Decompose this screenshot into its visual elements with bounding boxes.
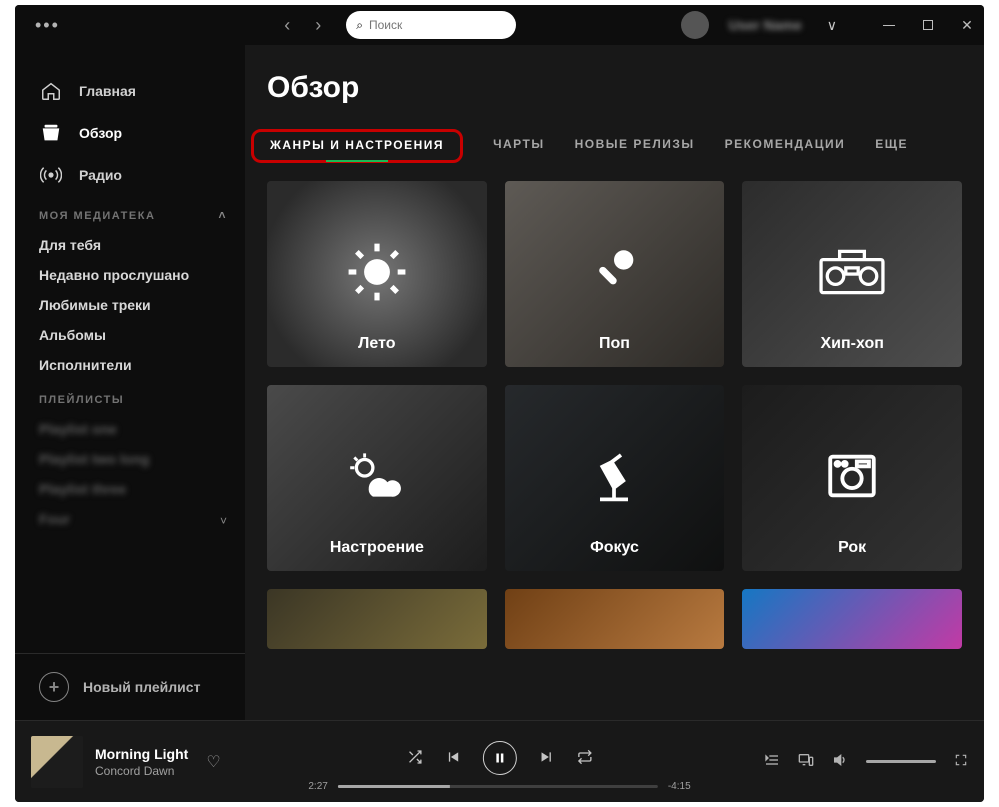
repeat-button[interactable] [576, 749, 592, 768]
devices-button[interactable] [798, 752, 814, 771]
remaining-time: -4:15 [668, 781, 691, 792]
elapsed-time: 2:27 [308, 781, 327, 792]
genre-card-row-partial [267, 589, 962, 649]
username-label[interactable]: User Name [729, 17, 802, 33]
chevron-up-icon[interactable]: ˄ [218, 208, 227, 222]
app-menu-button[interactable]: ••• [35, 15, 60, 36]
desk-lamp-icon [586, 448, 642, 509]
genre-card-label: Поп [505, 335, 725, 353]
library-item-liked-songs[interactable]: Любимые треки [15, 290, 245, 320]
previous-button[interactable] [444, 749, 460, 768]
account-menu-chevron-icon[interactable]: ∨ [827, 17, 837, 34]
library-item-recently-played[interactable]: Недавно прослушано [15, 260, 245, 290]
tab-recommendations[interactable]: РЕКОМЕНДАЦИИ [725, 129, 846, 163]
cloud-sun-icon [344, 450, 410, 507]
genre-card[interactable] [742, 589, 962, 649]
library-item-artists[interactable]: Исполнители [15, 350, 245, 380]
plus-icon: + [39, 672, 69, 702]
playlist-list: Playlist one Playlist two long Playlist … [15, 414, 245, 534]
genre-card-rock[interactable]: Рок [742, 385, 962, 571]
guitar-amp-icon [823, 447, 881, 510]
chevron-down-icon[interactable]: ˅ [220, 514, 227, 528]
genre-card-focus[interactable]: Фокус [505, 385, 725, 571]
album-cover[interactable] [31, 736, 83, 788]
genre-card-label: Хип-хоп [742, 335, 962, 353]
tab-more[interactable]: ЕЩЕ [875, 129, 908, 163]
volume-button[interactable] [832, 752, 848, 771]
search-input[interactable] [369, 18, 489, 32]
nav-forward-button[interactable]: › [315, 15, 331, 36]
sidebar-nav-label: Главная [79, 83, 136, 99]
fullscreen-button[interactable] [954, 753, 968, 770]
genre-card-label: Настроение [267, 539, 487, 557]
microphone-icon [585, 243, 643, 306]
window-close-button[interactable]: ✕ [960, 18, 974, 32]
search-box[interactable]: ⌕ [346, 11, 516, 39]
radio-icon [39, 163, 63, 187]
genre-card-label: Рок [742, 539, 962, 557]
new-playlist-button[interactable]: + Новый плейлист [15, 653, 245, 720]
genre-card-mood[interactable]: Настроение [267, 385, 487, 571]
sidebar: Главная Обзор Радио МОЯ МЕДИАТЕКА ˄ Для … [15, 45, 245, 720]
tab-charts[interactable]: ЧАРТЫ [493, 129, 545, 163]
volume-bar[interactable] [866, 760, 936, 763]
genre-card-summer[interactable]: Лето [267, 181, 487, 367]
playlist-item[interactable]: Four [15, 504, 245, 534]
shuffle-button[interactable] [406, 749, 422, 768]
track-artist[interactable]: Concord Dawn [95, 764, 188, 778]
genre-card[interactable] [267, 589, 487, 649]
library-item-albums[interactable]: Альбомы [15, 320, 245, 350]
playlist-item[interactable]: Playlist three [15, 474, 245, 504]
play-pause-button[interactable] [482, 741, 516, 775]
library-section-title: МОЯ МЕДИАТЕКА ˄ [15, 196, 245, 230]
nav-back-button[interactable]: ‹ [284, 15, 300, 36]
playlist-item[interactable]: Playlist two long [15, 444, 245, 474]
player-bar: Morning Light Concord Dawn ♡ [15, 720, 984, 802]
genre-card-label: Лето [267, 335, 487, 353]
window-maximize-button[interactable] [921, 18, 935, 32]
page-title: Обзор [267, 71, 962, 105]
sidebar-nav-browse[interactable]: Обзор [15, 112, 245, 154]
sidebar-nav-label: Радио [79, 167, 122, 183]
playlists-section-title: ПЛЕЙЛИСТЫ [15, 380, 245, 414]
home-icon [39, 79, 63, 103]
tab-genres-moods[interactable]: ЖАНРЫ И НАСТРОЕНИЯ [251, 129, 463, 163]
track-title[interactable]: Morning Light [95, 746, 188, 762]
genre-card-hiphop[interactable]: Хип-хоп [742, 181, 962, 367]
search-icon: ⌕ [356, 18, 363, 33]
library-item-for-you[interactable]: Для тебя [15, 230, 245, 260]
tab-new-releases[interactable]: НОВЫЕ РЕЛИЗЫ [575, 129, 695, 163]
tabs: ЖАНРЫ И НАСТРОЕНИЯ ЧАРТЫ НОВЫЕ РЕЛИЗЫ РЕ… [267, 129, 962, 163]
genre-card[interactable] [505, 589, 725, 649]
progress-bar[interactable] [338, 785, 658, 788]
sun-icon [346, 241, 408, 308]
genre-card-label: Фокус [505, 539, 725, 557]
playlist-item[interactable]: Playlist one [15, 414, 245, 444]
browse-icon [39, 121, 63, 145]
genre-card-pop[interactable]: Поп [505, 181, 725, 367]
titlebar: ••• ‹ › ⌕ User Name ∨ ✕ [15, 5, 984, 45]
like-button[interactable]: ♡ [206, 752, 220, 772]
queue-button[interactable] [764, 752, 780, 771]
sidebar-nav-home[interactable]: Главная [15, 70, 245, 112]
avatar[interactable] [681, 11, 709, 39]
boombox-icon [819, 246, 885, 303]
window-minimize-button[interactable] [882, 18, 896, 32]
main-content: Обзор ЖАНРЫ И НАСТРОЕНИЯ ЧАРТЫ НОВЫЕ РЕЛ… [245, 45, 984, 720]
sidebar-nav-label: Обзор [79, 125, 122, 141]
next-button[interactable] [538, 749, 554, 768]
sidebar-nav-radio[interactable]: Радио [15, 154, 245, 196]
new-playlist-label: Новый плейлист [83, 679, 200, 695]
